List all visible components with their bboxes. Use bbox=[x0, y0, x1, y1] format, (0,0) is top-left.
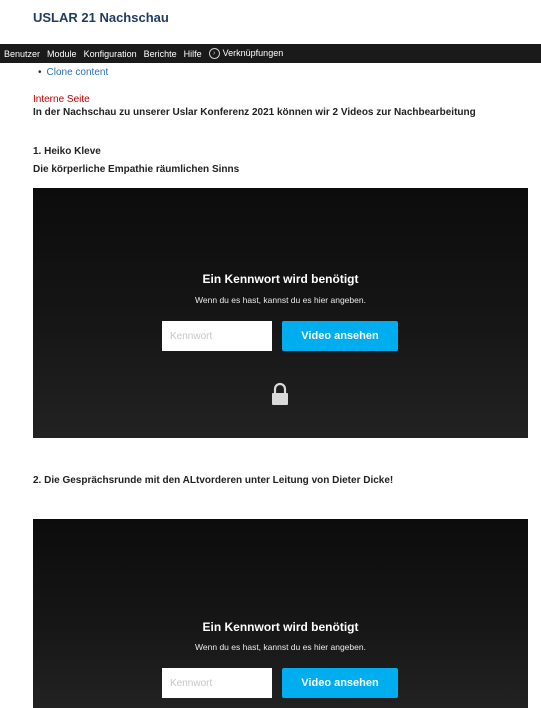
toolbar-benutzer[interactable]: Benutzer bbox=[4, 49, 40, 59]
toolbar-berichte[interactable]: Berichte bbox=[144, 49, 177, 59]
password-title: Ein Kennwort wird benötigt bbox=[202, 272, 359, 286]
password-subtitle: Wenn du es hast, kannst du es hier angeb… bbox=[195, 642, 366, 652]
toolbar-hilfe[interactable]: Hilfe bbox=[184, 49, 202, 59]
password-title: Ein Kennwort wird benötigt bbox=[202, 620, 359, 634]
video-player-1: Ein Kennwort wird benötigt Wenn du es ha… bbox=[33, 188, 528, 438]
password-subtitle: Wenn du es hast, kannst du es hier angeb… bbox=[195, 295, 366, 305]
video1-subheading: Die körperliche Empathie räumlichen Sinn… bbox=[33, 164, 240, 175]
toolbar-konfiguration[interactable]: Konfiguration bbox=[84, 49, 137, 59]
video1-heading: 1. Heiko Kleve bbox=[33, 146, 101, 157]
circle-arrow-icon: › bbox=[208, 48, 220, 60]
internal-page-label: Interne Seite bbox=[33, 94, 90, 105]
toolbar-verknuepfungen-label: Verknüpfungen bbox=[222, 47, 284, 58]
intro-text: In der Nachschau zu unserer Uslar Konfer… bbox=[33, 107, 476, 118]
clone-content-link[interactable]: Clone content bbox=[47, 67, 109, 78]
password-input[interactable] bbox=[162, 668, 272, 698]
password-input[interactable] bbox=[162, 321, 272, 351]
toolbar-verknuepfungen[interactable]: › Verknüpfungen bbox=[208, 47, 284, 60]
watch-video-button[interactable]: Video ansehen bbox=[282, 668, 398, 698]
video2-heading: 2. Die Gesprächsrunde mit den ALtvordere… bbox=[33, 475, 394, 486]
clone-content-item: • Clone content bbox=[38, 67, 108, 78]
watch-video-button[interactable]: Video ansehen bbox=[282, 321, 398, 351]
lock-icon bbox=[272, 382, 288, 405]
bullet-icon: • bbox=[38, 67, 42, 78]
page-title: USLAR 21 Nachschau bbox=[33, 10, 169, 25]
video-player-2: Ein Kennwort wird benötigt Wenn du es ha… bbox=[33, 519, 528, 708]
admin-toolbar: Benutzer Module Konfiguration Berichte H… bbox=[0, 44, 541, 63]
toolbar-module[interactable]: Module bbox=[47, 49, 77, 59]
